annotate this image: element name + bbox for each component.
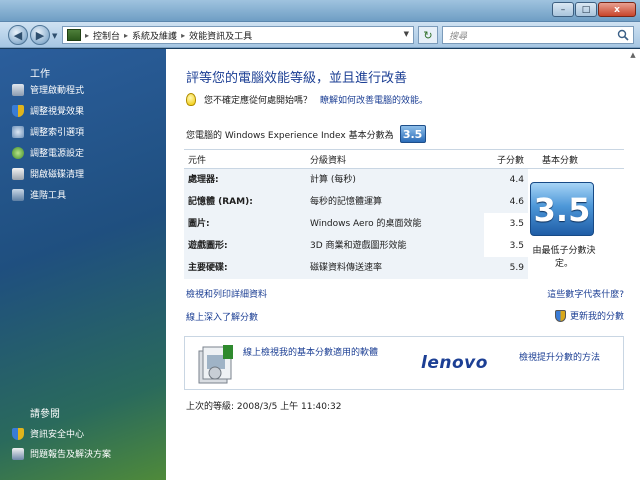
learn-more-online-link[interactable]: 線上深入了解分數 xyxy=(186,310,258,323)
see-also-label: 資訊安全中心 xyxy=(30,430,85,440)
visual-effects-shield-icon xyxy=(12,104,24,117)
task-advanced-tools[interactable]: 進階工具 xyxy=(12,188,66,201)
task-label: 調整電源設定 xyxy=(30,149,85,159)
update-score-link[interactable]: 更新我的分數 xyxy=(570,309,624,322)
breadcrumb-system-maintenance[interactable]: 系統及維護 xyxy=(132,29,177,42)
see-also-label: 問題報告及解決方案 xyxy=(30,450,112,460)
refresh-button[interactable]: ↻ xyxy=(418,26,438,44)
task-label: 調整索引選項 xyxy=(30,128,85,138)
navigation-bar: ◀ ▶ ▼ ▸ 控制台 ▸ 系統及維護 ▸ 效能資訊及工具 ▼ ↻ 搜尋 xyxy=(0,22,640,48)
minimize-button[interactable]: – xyxy=(552,2,574,17)
task-pane: 工作 管理啟動程式 調整視覺效果 調整索引選項 調整電源設定 開啟磁碟清理 進階… xyxy=(0,49,166,480)
arrow-right-icon: ▶ xyxy=(35,28,45,42)
base-score-caption: 由最低子分數決定。 xyxy=(532,246,596,269)
forward-button[interactable]: ▶ xyxy=(30,25,50,45)
rating-description: 3D 商業和遊戲圖形效能 xyxy=(306,234,484,257)
header-rating: 分級資料 xyxy=(310,155,347,166)
base-score-small-badge: 3.5 xyxy=(399,125,426,143)
subscore-value: 3.5 xyxy=(484,234,528,257)
table-header: 元件 分級資料 子分數 基本分數 xyxy=(184,149,624,169)
see-also-problem-reports[interactable]: 問題報告及解決方案 xyxy=(12,447,111,460)
maximize-button[interactable]: □ xyxy=(575,2,597,17)
main-content: ▲ 評等您的電腦效能等級，並且進行改善 您不確定應從何處開始嗎？ 瞭解如何改善電… xyxy=(166,49,640,480)
arrow-left-icon: ◀ xyxy=(13,28,23,42)
task-label: 開啟磁碟清理 xyxy=(30,170,85,180)
control-panel-icon xyxy=(67,29,81,41)
chevron-right-icon[interactable]: ▸ xyxy=(124,31,128,40)
task-label: 管理啟動程式 xyxy=(30,86,85,96)
lightbulb-icon xyxy=(186,93,196,106)
tip-text: 您不確定應從何處開始嗎？ xyxy=(204,96,313,106)
rating-description: Windows Aero 的桌面效能 xyxy=(306,212,484,235)
search-placeholder: 搜尋 xyxy=(449,31,468,42)
header-subscore: 子分數 xyxy=(496,155,524,166)
compatible-software-link[interactable]: 線上檢視我的基本分數適用的軟體 xyxy=(243,345,378,358)
component-name: 主要硬碟: xyxy=(184,256,306,279)
tip-row: 您不確定應從何處開始嗎？ 瞭解如何改善電腦的效能。 xyxy=(186,93,428,106)
tasks-heading: 工作 xyxy=(30,69,50,80)
improve-performance-link[interactable]: 瞭解如何改善電腦的效能。 xyxy=(320,93,428,106)
last-rated-timestamp: 上次的等級: 2008/3/5 上午 11:40:32 xyxy=(186,402,342,412)
close-button[interactable]: x xyxy=(598,2,636,17)
address-dropdown-icon[interactable]: ▼ xyxy=(404,30,409,38)
back-button[interactable]: ◀ xyxy=(8,25,28,45)
header-component: 元件 xyxy=(188,155,207,166)
recent-pages-dropdown[interactable]: ▼ xyxy=(52,32,57,40)
task-label: 進階工具 xyxy=(30,191,67,201)
breadcrumb-performance-tools[interactable]: 效能資訊及工具 xyxy=(189,29,252,42)
power-settings-icon xyxy=(12,146,24,159)
startup-programs-icon xyxy=(12,83,24,96)
refresh-icon: ↻ xyxy=(423,28,433,42)
subscore-value: 4.4 xyxy=(484,168,528,191)
problem-reports-icon xyxy=(12,447,24,460)
component-name: 記憶體 (RAM): xyxy=(184,190,306,213)
advanced-tools-icon xyxy=(12,188,24,201)
task-visual-effects[interactable]: 調整視覺效果 xyxy=(12,104,84,117)
task-power-settings[interactable]: 調整電源設定 xyxy=(12,146,84,159)
scroll-up-arrow-icon[interactable]: ▲ xyxy=(628,51,638,61)
chevron-right-icon[interactable]: ▸ xyxy=(181,31,185,40)
task-indexing-options[interactable]: 調整索引選項 xyxy=(12,125,84,138)
base-score-large-badge: 3.5 xyxy=(530,182,594,236)
software-promo-box: 線上檢視我的基本分數適用的軟體 lenovo 檢視提升分數的方法 xyxy=(184,336,624,390)
search-icon[interactable] xyxy=(617,29,629,41)
subscore-value: 5.9 xyxy=(484,256,528,279)
update-score-button[interactable]: 更新我的分數 xyxy=(554,309,624,322)
disk-cleanup-icon xyxy=(12,167,24,180)
search-input[interactable]: 搜尋 xyxy=(442,26,634,44)
rating-description: 計算 (每秒) xyxy=(306,168,484,191)
view-print-details-link[interactable]: 檢視和列印詳細資料 xyxy=(186,287,267,300)
improve-score-link[interactable]: 檢視提升分數的方法 xyxy=(519,350,600,363)
what-numbers-mean-link[interactable]: 這些數字代表什麼? xyxy=(547,287,624,300)
indexing-options-icon xyxy=(12,125,24,138)
rating-description: 磁碟資料傳送速率 xyxy=(306,256,484,279)
software-box-icon xyxy=(198,345,233,384)
rating-description: 每秒的記憶體運算 xyxy=(306,190,484,213)
task-manage-startup[interactable]: 管理啟動程式 xyxy=(12,83,84,96)
base-score-label: 您電腦的 Windows Experience Index 基本分數為 xyxy=(186,130,394,141)
component-name: 處理器: xyxy=(184,168,306,191)
address-bar[interactable]: ▸ 控制台 ▸ 系統及維護 ▸ 效能資訊及工具 ▼ xyxy=(62,26,414,44)
security-center-icon xyxy=(12,427,24,440)
window-title-bar: – □ x xyxy=(0,0,640,22)
see-also-heading: 請參閱 xyxy=(30,409,60,420)
header-base-score: 基本分數 xyxy=(542,155,579,166)
task-label: 調整視覺效果 xyxy=(30,107,85,117)
base-score-line: 您電腦的 Windows Experience Index 基本分數為 3.5 xyxy=(186,125,426,143)
breadcrumb-control-panel[interactable]: 控制台 xyxy=(93,29,120,42)
chevron-right-icon[interactable]: ▸ xyxy=(85,31,89,40)
subscore-value: 3.5 xyxy=(484,212,528,235)
uac-shield-icon xyxy=(554,309,566,322)
subscore-value: 4.6 xyxy=(484,190,528,213)
lenovo-logo[interactable]: lenovo xyxy=(421,353,488,373)
component-name: 遊戲圖形: xyxy=(184,234,306,257)
see-also-security-center[interactable]: 資訊安全中心 xyxy=(12,427,84,440)
component-name: 圖片: xyxy=(184,212,306,235)
caption-buttons: – □ x xyxy=(552,2,636,17)
task-disk-cleanup[interactable]: 開啟磁碟清理 xyxy=(12,167,84,180)
page-title: 評等您的電腦效能等級，並且進行改善 xyxy=(186,71,408,86)
